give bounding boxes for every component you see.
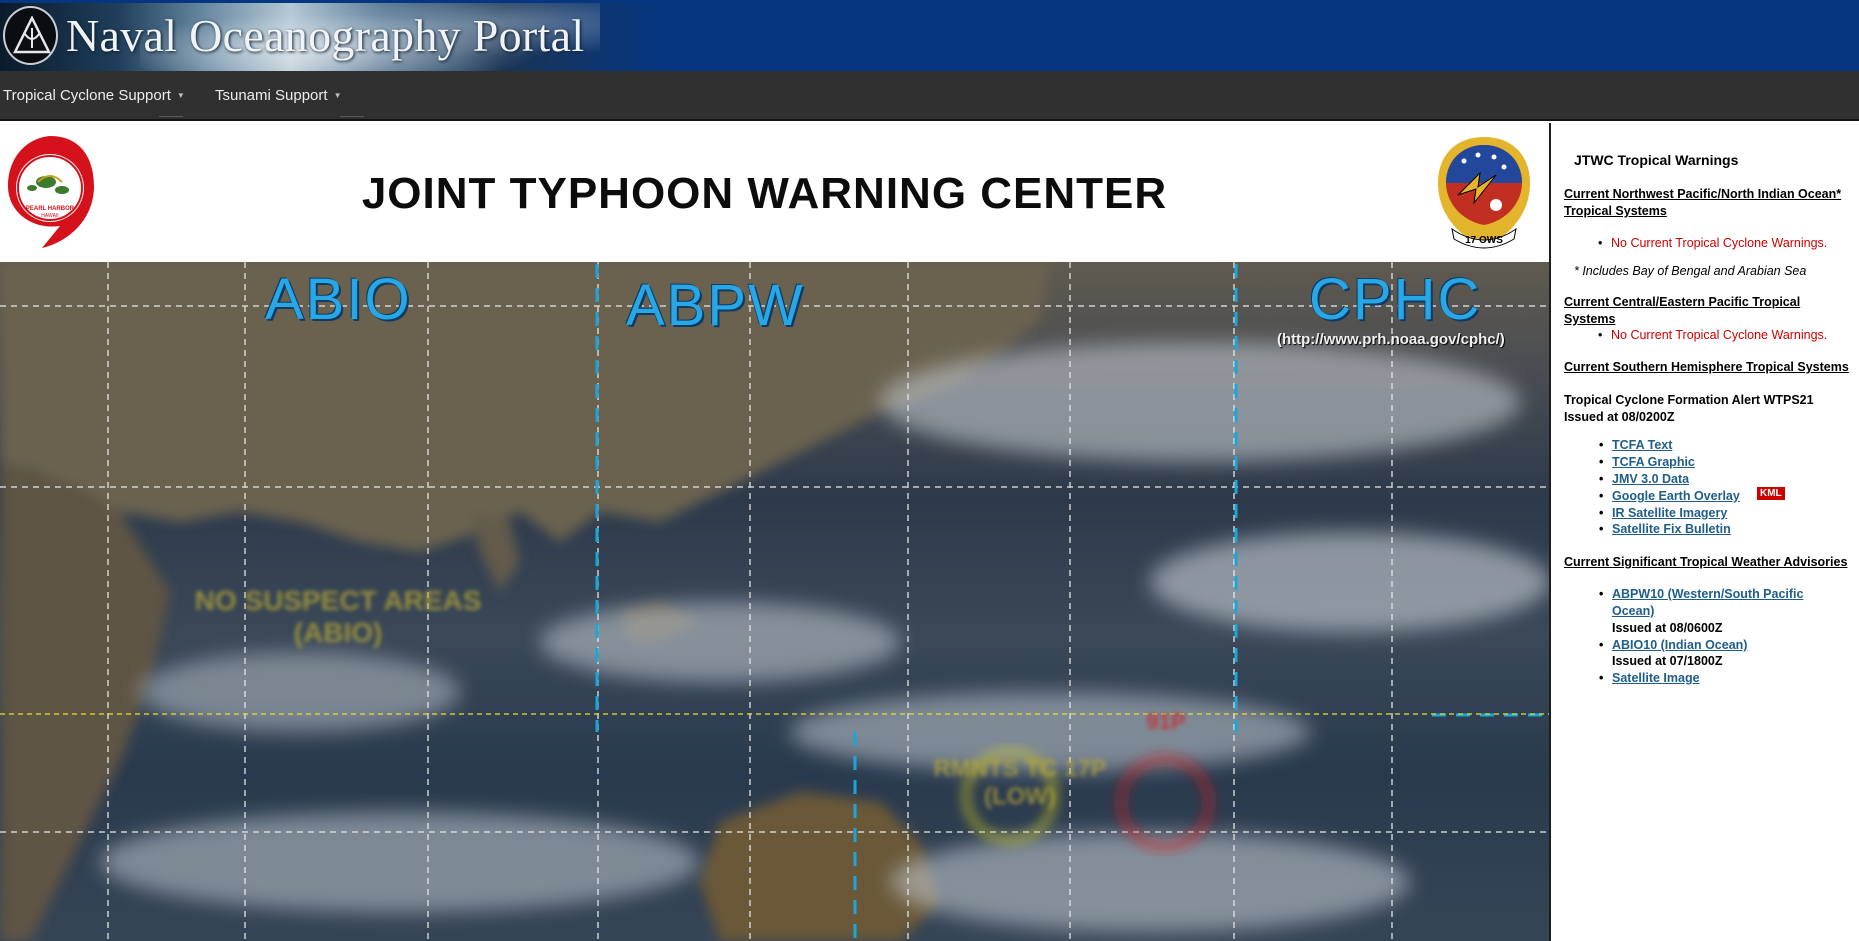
abio-status-tag: (ABIO) (293, 617, 383, 648)
southern-hemisphere-heading-link[interactable]: Current Southern Hemisphere Tropical Sys… (1564, 359, 1854, 376)
dropdown-caret-icon: ▼ (176, 91, 185, 100)
advisories-heading-link[interactable]: Current Significant Tropical Weather Adv… (1564, 554, 1854, 571)
satellite-warning-map[interactable]: ABIO ABPW CPHC (http://www.prh.noaa.gov/… (0, 262, 1549, 941)
jtwc-warnings-sidebar: JTWC Tropical Warnings Current Northwest… (1549, 123, 1859, 941)
17-ows-seal-icon[interactable]: 17 OWS (1434, 133, 1534, 253)
top-navbar: Tropical Cyclone Support ▼ Tsunami Suppor… (0, 71, 1859, 121)
jmv-data-link[interactable]: JMV 3.0 Data (1599, 471, 1689, 488)
trident-triangle-icon (13, 16, 51, 54)
naval-oceanography-logo[interactable] (3, 6, 58, 65)
sidebar-title: JTWC Tropical Warnings (1574, 152, 1739, 168)
page-title: JOINT TYPHOON WARNING CENTER (361, 169, 1168, 218)
abio10-link[interactable]: ABIO10 (Indian Ocean) (1599, 637, 1747, 654)
tcfa-text-link[interactable]: TCFA Text (1599, 437, 1673, 454)
jtwc-header: PEARL HARBOR HAWAII JOINT TYPHOON WARNIN… (0, 123, 1549, 262)
nw-pacific-heading-link[interactable]: Current Northwest Pacific/North Indian O… (1564, 186, 1854, 220)
region-label-abio: ABIO (265, 267, 412, 332)
satellite-image-link[interactable]: Satellite Image (1599, 670, 1699, 687)
central-pacific-status: No Current Tropical Cyclone Warnings. (1598, 328, 1827, 342)
cphc-url-text[interactable]: (http://www.prh.noaa.gov/cphc/) (1277, 331, 1505, 348)
abpw10-link[interactable]: ABPW10 (Western/South Pacific Ocean) (1599, 586, 1832, 620)
svg-text:17 OWS: 17 OWS (1465, 235, 1503, 246)
nw-pacific-status: No Current Tropical Cyclone Warnings. (1598, 236, 1827, 250)
nav-item-label: Tsunami Support (215, 87, 328, 104)
tcfa-title: Tropical Cyclone Formation Alert WTPS21 (1564, 393, 1814, 407)
portal-title[interactable]: Naval Oceanography Portal (66, 9, 584, 62)
sidebar-footnote: * Includes Bay of Bengal and Arabian Sea (1574, 264, 1807, 278)
jtwc-main-frame: PEARL HARBOR HAWAII JOINT TYPHOON WARNIN… (0, 123, 1549, 941)
google-earth-overlay-link[interactable]: Google Earth Overlay (1599, 488, 1740, 505)
nav-tropical-cyclone-support[interactable]: Tropical Cyclone Support ▼ (3, 87, 185, 104)
nav-tsunami-support[interactable]: Tsunami Support ▼ (215, 87, 341, 104)
portal-banner: Naval Oceanography Portal (0, 0, 1859, 71)
nav-divider (340, 116, 364, 117)
abio-status-text: NO SUSPECT AREAS (194, 585, 482, 616)
remnants-tag: (LOW) (984, 783, 1056, 810)
central-pacific-heading-link[interactable]: Current Central/Eastern Pacific Tropical… (1564, 294, 1854, 328)
dropdown-caret-icon: ▼ (333, 91, 342, 100)
satellite-fix-bulletin-link[interactable]: Satellite Fix Bulletin (1599, 521, 1731, 538)
remnants-text: RMNTS TC 17P (933, 755, 1107, 782)
invest-91p-label: 91P (1146, 709, 1186, 734)
abio10-issued: Issued at 07/1800Z (1612, 654, 1723, 668)
region-label-cphc: CPHC (1309, 267, 1482, 332)
tcfa-issued: Issued at 08/0200Z (1564, 410, 1675, 424)
kml-badge[interactable]: KML (1757, 487, 1785, 500)
region-label-abpw: ABPW (626, 273, 805, 338)
nav-item-label: Tropical Cyclone Support (3, 87, 171, 104)
abio-status-note: NO SUSPECT AREAS (ABIO) (178, 585, 498, 649)
ir-satellite-imagery-link[interactable]: IR Satellite Imagery (1599, 505, 1727, 522)
remnants-note: RMNTS TC 17P (LOW) (900, 755, 1140, 811)
tcfa-graphic-link[interactable]: TCFA Graphic (1599, 454, 1695, 471)
abpw10-issued: Issued at 08/0600Z (1612, 621, 1723, 635)
nav-divider (159, 116, 183, 117)
